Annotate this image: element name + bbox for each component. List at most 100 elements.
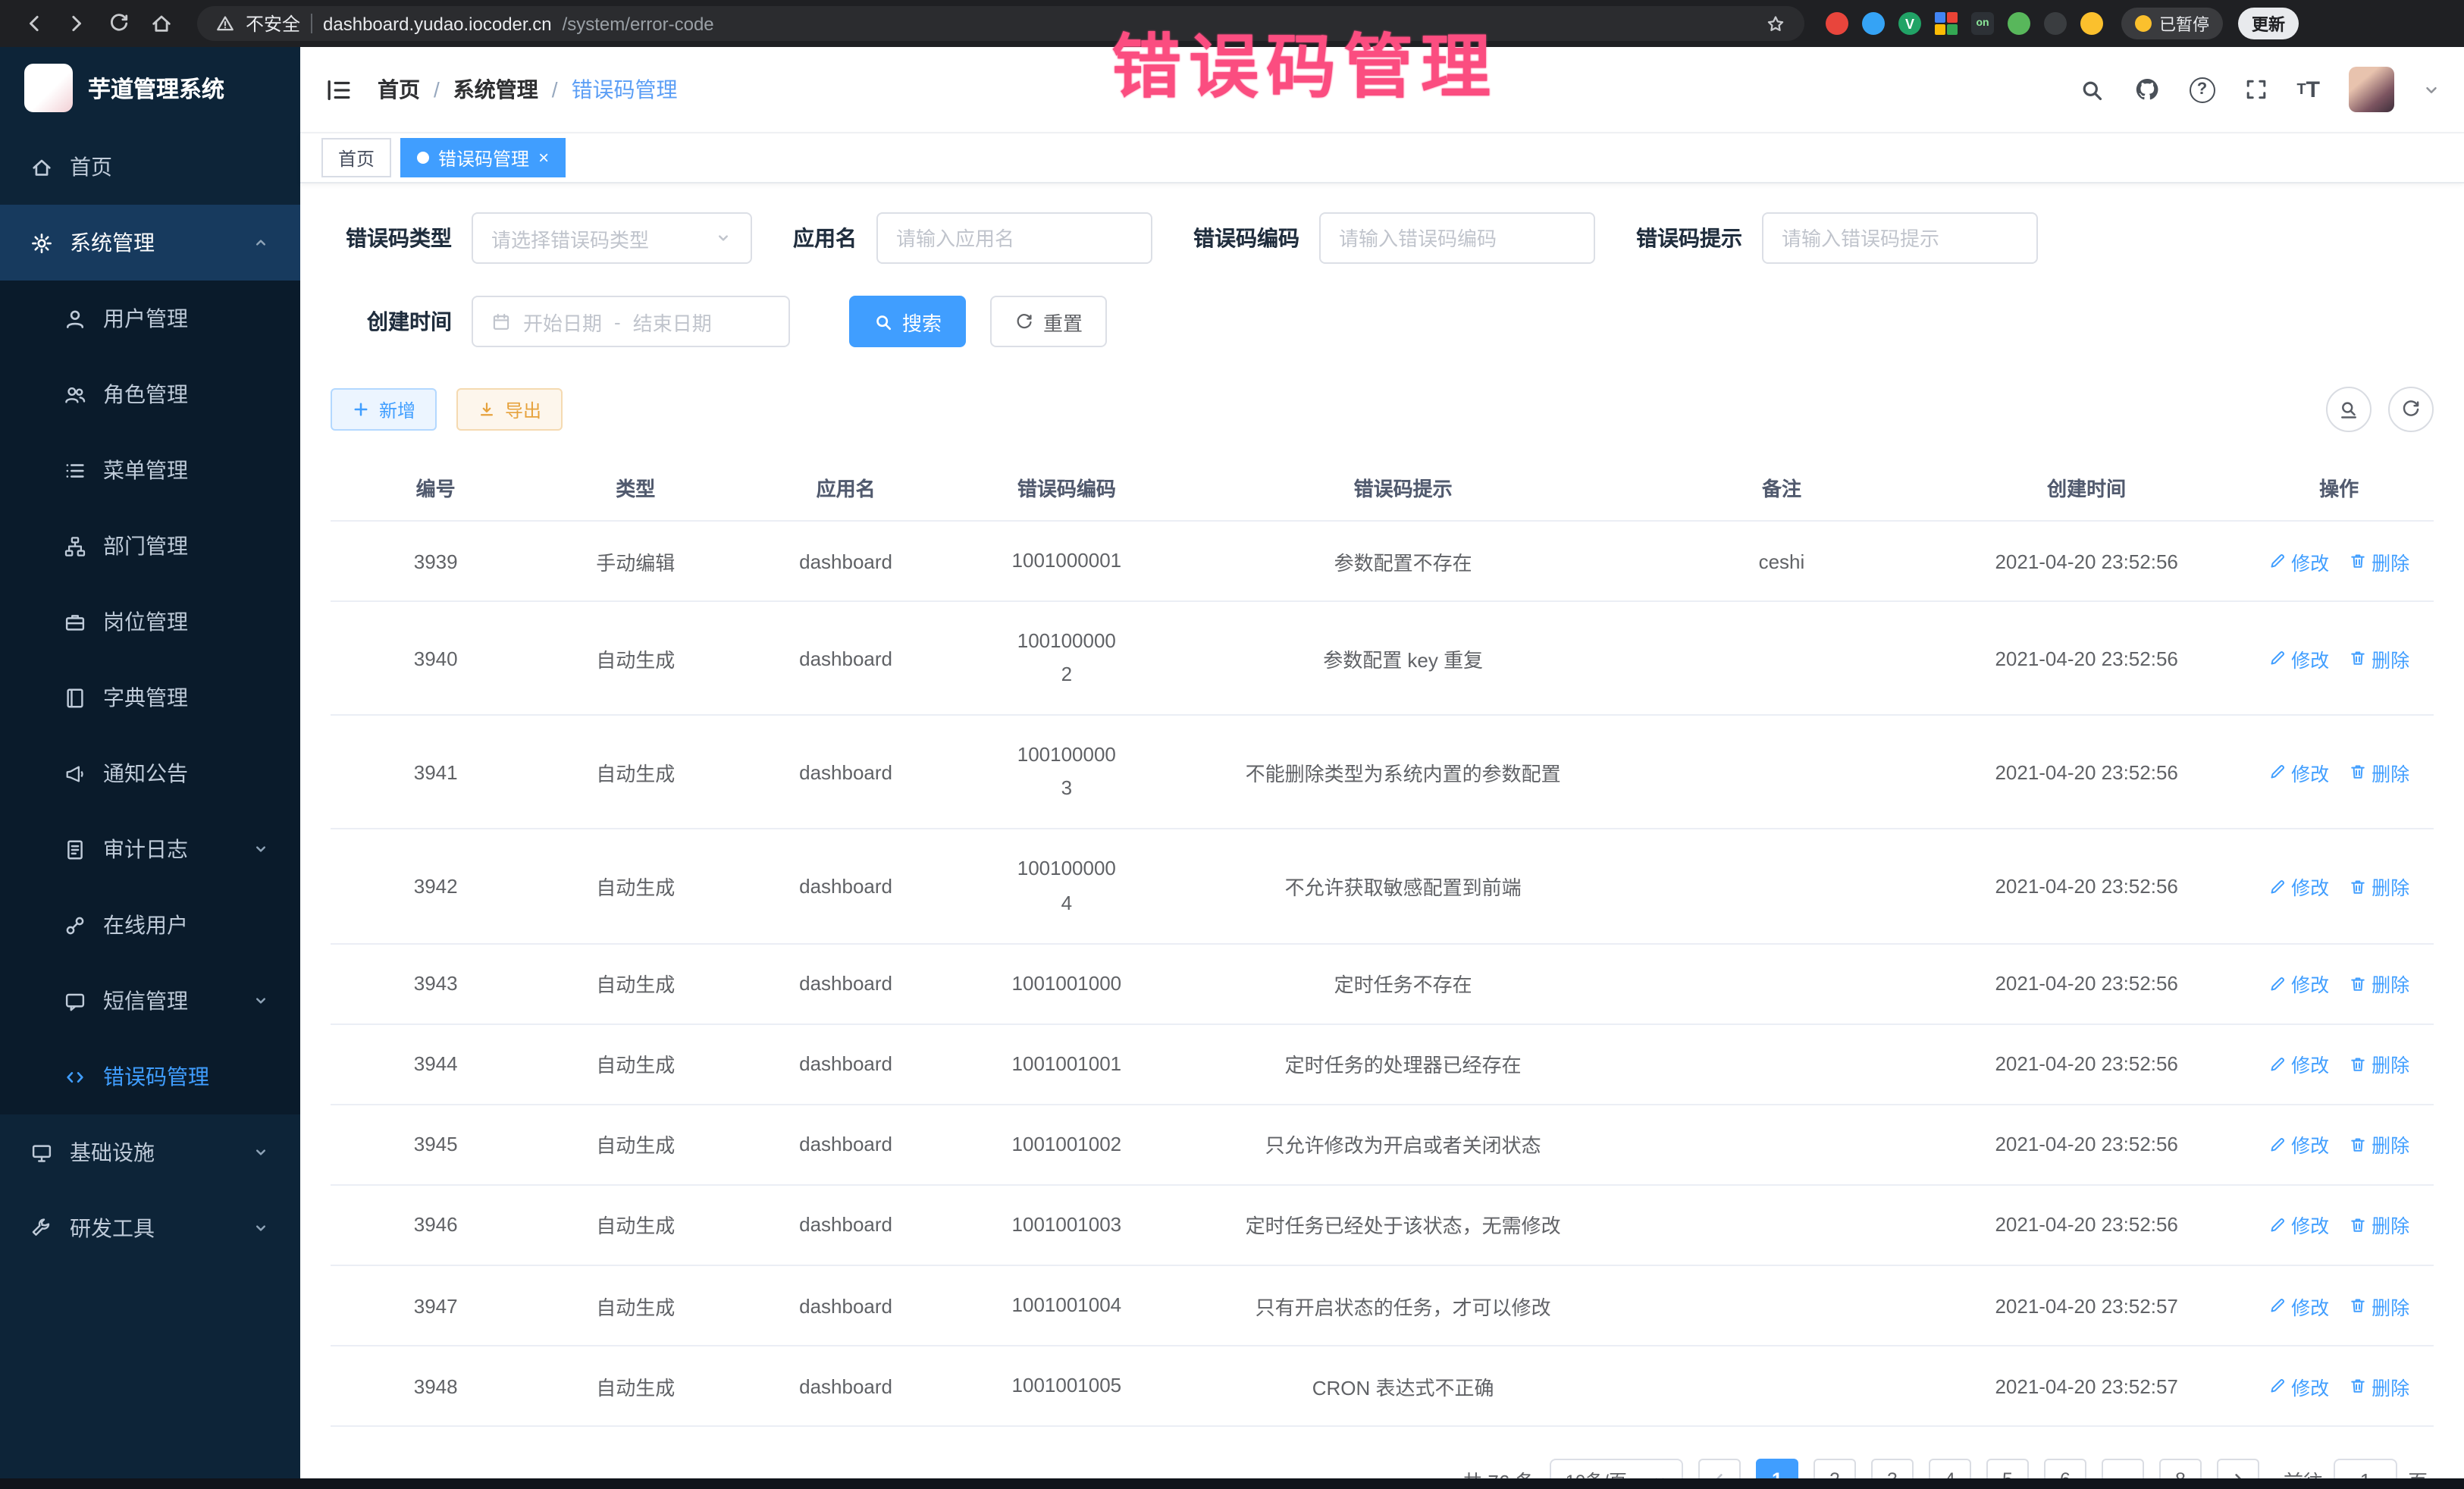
sidebar-item-online-users[interactable]: 在线用户: [0, 887, 300, 963]
edit-link[interactable]: 修改: [2268, 758, 2329, 787]
delete-link[interactable]: 删除: [2349, 1050, 2409, 1079]
delete-link[interactable]: 删除: [2349, 547, 2409, 575]
sidebar-item-dictionary[interactable]: 字典管理: [0, 660, 300, 735]
range-separator: -: [614, 310, 621, 333]
start-date-placeholder: 开始日期: [523, 307, 602, 336]
breadcrumb-home[interactable]: 首页: [378, 74, 453, 105]
table-row: 3944 自动生成 dashboard 1001001001 定时任务的处理器已…: [331, 1024, 2434, 1105]
delete-link[interactable]: 删除: [2349, 1211, 2409, 1240]
forward-button[interactable]: [58, 5, 94, 42]
app-logo: 芋道管理系统: [0, 47, 300, 129]
paused-badge[interactable]: 已暂停: [2121, 8, 2223, 39]
trash-icon: [2349, 649, 2367, 667]
delete-link[interactable]: 删除: [2349, 872, 2409, 901]
v-extension-icon[interactable]: [1898, 12, 1921, 35]
sidebar: 芋道管理系统 首页 系统管理 用户管理: [0, 47, 300, 1489]
chevron-down-icon[interactable]: [2423, 81, 2440, 98]
edit-link[interactable]: 修改: [2268, 1130, 2329, 1159]
sidebar-item-label: 部门管理: [103, 531, 188, 561]
cell-actions: 修改 删除: [2244, 829, 2434, 943]
sidebar-item-sms[interactable]: 短信管理: [0, 963, 300, 1039]
collapse-sidebar-button[interactable]: [324, 75, 353, 104]
error-code-input[interactable]: [1319, 212, 1595, 264]
delete-link[interactable]: 删除: [2349, 1371, 2409, 1400]
font-size-icon[interactable]: [2296, 77, 2320, 102]
app-name-input[interactable]: [876, 212, 1152, 264]
refresh-table-button[interactable]: [2388, 387, 2434, 432]
sidebar-item-dev-tools[interactable]: 研发工具: [0, 1190, 300, 1266]
fullscreen-button[interactable]: [2243, 77, 2268, 102]
close-icon[interactable]: ×: [538, 149, 549, 167]
error-type-select[interactable]: 请选择错误码类型: [472, 212, 752, 264]
green-extension-icon[interactable]: [2008, 12, 2030, 35]
sidebar-item-positions[interactable]: 岗位管理: [0, 584, 300, 660]
sidebar-item-home[interactable]: 首页: [0, 129, 300, 205]
github-button[interactable]: [2133, 76, 2160, 103]
address-bar[interactable]: 不安全 dashboard.yudao.iocoder.cn/system/er…: [197, 6, 1804, 41]
blocks-extension-icon[interactable]: [1935, 12, 1958, 35]
date-range-picker[interactable]: 开始日期 - 结束日期: [472, 296, 790, 347]
cell-remark: [1635, 829, 1929, 943]
edit-link[interactable]: 修改: [2268, 1371, 2329, 1400]
trash-icon: [2349, 974, 2367, 992]
sidebar-item-notices[interactable]: 通知公告: [0, 735, 300, 811]
delete-link[interactable]: 删除: [2349, 1291, 2409, 1320]
profile-emoji-icon[interactable]: [2080, 12, 2103, 35]
logo-image: [24, 64, 73, 112]
edit-link[interactable]: 修改: [2268, 872, 2329, 901]
edit-link[interactable]: 修改: [2268, 644, 2329, 672]
tab-error-codes[interactable]: 错误码管理 ×: [400, 138, 566, 177]
cell-actions: 修改 删除: [2244, 1265, 2434, 1346]
sidebar-item-label: 短信管理: [103, 986, 188, 1016]
toggle-search-button[interactable]: [2326, 387, 2372, 432]
reload-button[interactable]: [100, 5, 136, 42]
edit-link[interactable]: 修改: [2268, 1291, 2329, 1320]
help-icon[interactable]: [2189, 77, 2215, 102]
on-badge-extension-icon[interactable]: [1971, 12, 1994, 35]
table-body: 3939 手动编辑 dashboard 1001000001 参数配置不存在 c…: [331, 521, 2434, 1426]
error-hint-input[interactable]: [1762, 212, 2038, 264]
breadcrumb-system[interactable]: 系统管理: [453, 74, 572, 105]
cell-actions: 修改 删除: [2244, 716, 2434, 829]
red-extension-icon[interactable]: [1826, 12, 1848, 35]
cell-type: 自动生成: [541, 1024, 730, 1105]
sidebar-item-menus[interactable]: 菜单管理: [0, 432, 300, 508]
delete-link[interactable]: 删除: [2349, 644, 2409, 672]
user-avatar[interactable]: [2349, 67, 2394, 112]
header-search-button[interactable]: [2078, 77, 2104, 102]
sidebar-item-users[interactable]: 用户管理: [0, 281, 300, 356]
edit-link[interactable]: 修改: [2268, 547, 2329, 575]
sidebar-item-audit-log[interactable]: 审计日志: [0, 811, 300, 887]
tab-home[interactable]: 首页: [321, 138, 391, 177]
update-button[interactable]: 更新: [2238, 8, 2299, 39]
home-button[interactable]: [143, 5, 179, 42]
search-button[interactable]: 搜索: [849, 296, 966, 347]
export-button[interactable]: 导出: [456, 388, 563, 431]
pencil-icon: [2268, 763, 2287, 782]
delete-link[interactable]: 删除: [2349, 1130, 2409, 1159]
cell-hint: 只允许修改为开启或者关闭状态: [1172, 1105, 1635, 1185]
back-button[interactable]: [15, 5, 52, 42]
reset-button-label: 重置: [1043, 307, 1083, 336]
cell-time: 2021-04-20 23:52:57: [1929, 1346, 2244, 1426]
cell-actions: 修改 删除: [2244, 521, 2434, 601]
sidebar-item-departments[interactable]: 部门管理: [0, 508, 300, 584]
edit-link[interactable]: 修改: [2268, 969, 2329, 998]
bookmark-star-icon[interactable]: [1765, 13, 1786, 34]
sidebar-item-error-codes[interactable]: 错误码管理: [0, 1039, 300, 1114]
sidebar-item-roles[interactable]: 角色管理: [0, 356, 300, 432]
drop-extension-icon[interactable]: [1862, 12, 1885, 35]
reset-button[interactable]: 重置: [990, 296, 1107, 347]
edit-link[interactable]: 修改: [2268, 1050, 2329, 1079]
sidebar-item-system[interactable]: 系统管理: [0, 205, 300, 281]
sidebar-item-infrastructure[interactable]: 基础设施: [0, 1114, 300, 1190]
search-button-label: 搜索: [902, 307, 942, 336]
edit-link[interactable]: 修改: [2268, 1211, 2329, 1240]
table-tools: [2326, 387, 2434, 432]
pin-extension-icon[interactable]: [2044, 12, 2067, 35]
delete-link[interactable]: 删除: [2349, 969, 2409, 998]
delete-link[interactable]: 删除: [2349, 758, 2409, 787]
trash-icon: [2349, 1216, 2367, 1234]
export-button-label: 导出: [505, 397, 541, 422]
add-button[interactable]: 新增: [331, 388, 437, 431]
